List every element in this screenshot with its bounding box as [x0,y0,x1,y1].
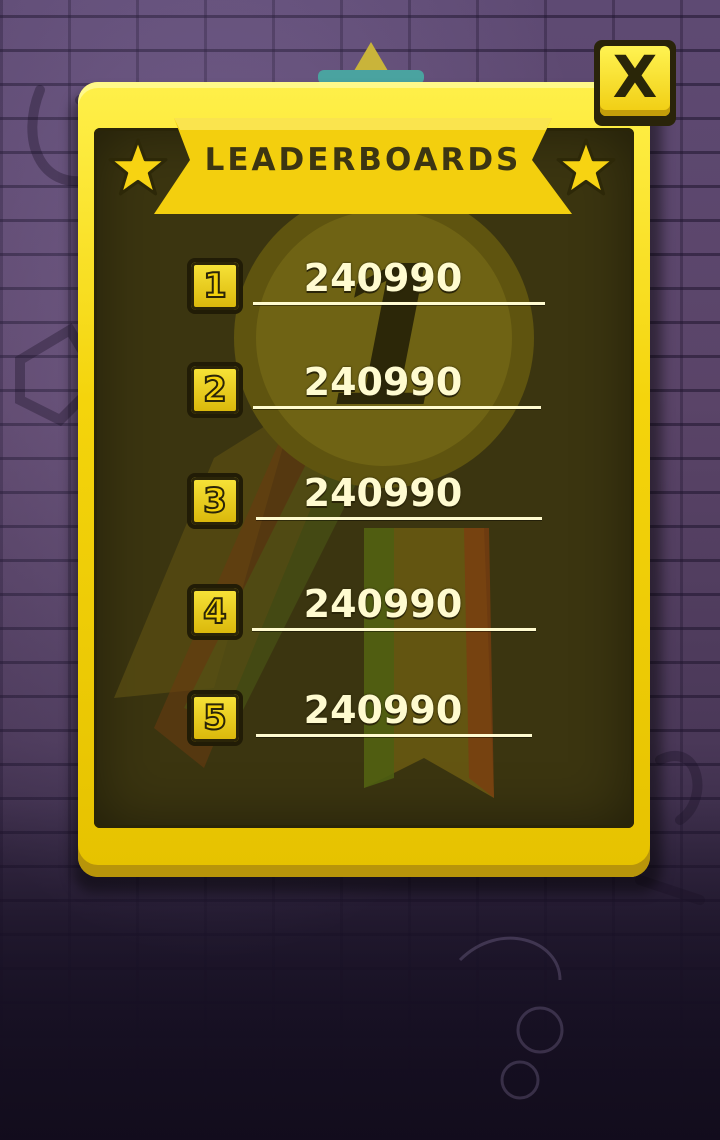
rank-number: 5 [202,697,228,739]
score-value: 240990 [303,360,463,404]
rank-number: 2 [202,369,228,411]
score-value: 240990 [303,582,463,626]
rank-number: 1 [202,265,228,307]
rank-badge: 4 [187,584,243,640]
score-underline [253,406,541,409]
score-underline [256,517,542,520]
rank-number: 3 [202,480,228,522]
rank-badge: 5 [187,690,243,746]
leaderboard-row: 3 240990 [0,471,720,543]
close-button[interactable]: X [594,40,676,126]
score-underline [253,302,545,305]
star-icon [556,138,616,196]
rank-badge: 2 [187,362,243,418]
score-value: 240990 [303,471,463,515]
score-value: 240990 [303,256,463,300]
score-underline [256,734,532,737]
star-icon [108,138,168,196]
rank-badge: 1 [187,258,243,314]
score-value: 240990 [303,688,463,732]
leaderboard-row: 5 240990 [0,688,720,760]
leaderboard-row: 4 240990 [0,582,720,654]
leaderboard-row: 1 240990 [0,256,720,328]
rank-number: 4 [202,591,228,633]
rank-badge: 3 [187,473,243,529]
close-icon: X [612,43,658,111]
leaderboard-row: 2 240990 [0,360,720,432]
score-underline [252,628,536,631]
page-title: LEADERBOARDS [204,142,522,178]
